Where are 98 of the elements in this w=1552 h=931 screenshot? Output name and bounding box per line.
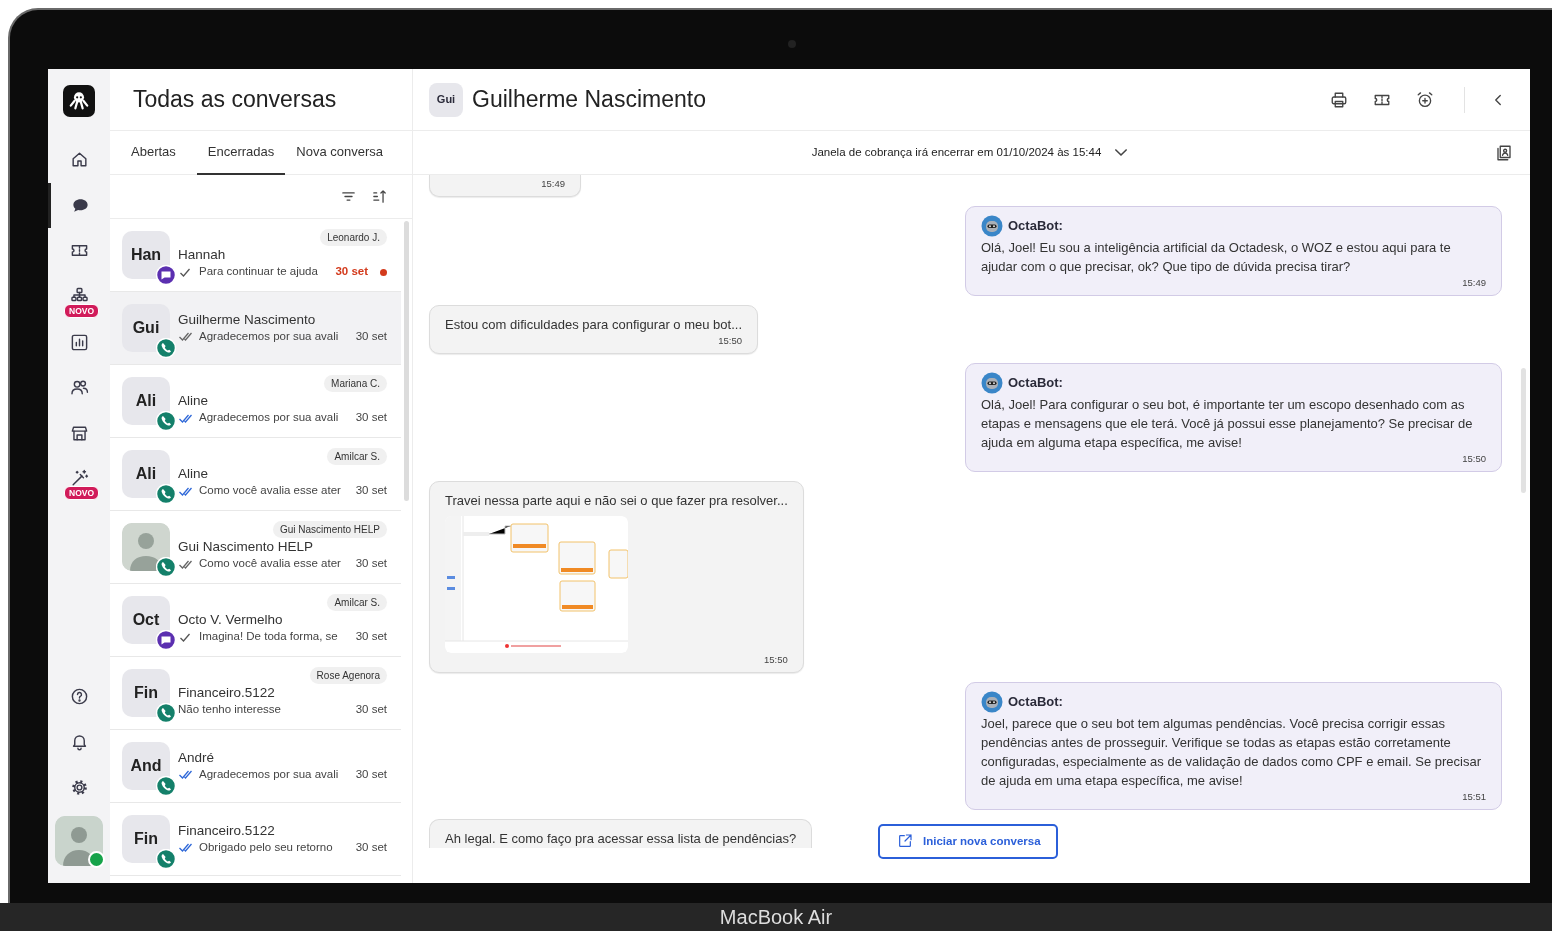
message-text: Ah legal. E como faço pra acessar essa lista de pendências?	[445, 830, 797, 848]
contacts-button[interactable]	[1494, 143, 1514, 163]
agent-tag: Amilcar S.	[327, 448, 387, 466]
home-icon	[69, 150, 89, 170]
message-time: 15:50	[763, 653, 788, 667]
message-preview: Agradecemos por sua avali	[199, 328, 340, 344]
contact-avatar: Han	[122, 231, 170, 279]
bar-chart-icon	[69, 332, 89, 352]
contact-name: Aline	[178, 465, 210, 483]
new-badge: NOVO	[64, 486, 100, 501]
help-icon	[69, 686, 89, 706]
message-text: Joel, parece que o seu bot tem algumas pendências. Você precisa corrigir essas pendências antes de prosseguir. Verifique se todas as etapas estão corretamente configuradas, especialmente as de validação de dados como CPF e email. Se precisar de ajuda em uma etapa específica, me avise!	[981, 715, 1483, 790]
contact-avatar: Oct	[122, 596, 170, 644]
message-date: 30 set	[355, 766, 387, 782]
alarm-clock-icon	[1416, 90, 1434, 109]
message-text: Estou com dificuldades para configurar o meu bot...	[445, 316, 742, 334]
conversation-item[interactable]: Fin Rose Agenora Financeiro.5122 Não tenho interesse 30 set	[110, 657, 401, 730]
scrollbar-thumb[interactable]	[1520, 368, 1526, 493]
panel-title: Todas as conversas	[133, 85, 337, 114]
conversation-item[interactable]: Ali Mariana C. Aline Agradecemos por sua avali 30 set	[110, 365, 401, 438]
message-text: Travei nessa parte aqui e não sei o que fazer pra resolver...	[445, 492, 788, 510]
agent-tag: Amilcar S.	[327, 594, 387, 612]
message-preview: Imagina! De toda forma, se	[199, 629, 339, 645]
agent-tag: Mariana C.	[324, 375, 387, 393]
contact-avatar: Fin	[122, 815, 170, 863]
message-time: 15:50	[1461, 452, 1486, 466]
scrollbar-thumb[interactable]	[404, 221, 409, 501]
agent-tag: Rose Agenora	[309, 667, 387, 685]
contact-name: Financeiro.5122	[178, 684, 276, 702]
ai-tools-button[interactable]: NOVO	[48, 456, 110, 502]
sender-name: OctaBot:	[1008, 217, 1063, 236]
message-date: 30 set	[335, 264, 368, 280]
flow-builder-button[interactable]: NOVO	[48, 273, 110, 320]
contact-name: Hannah	[178, 246, 227, 264]
conversation-item[interactable]: Oct Amilcar S. Octo V. Vermelho Imagina! De toda forma, se 30 set	[110, 584, 401, 657]
tab[interactable]: Nova conversa	[285, 131, 394, 175]
conversation-item[interactable]: Fin Financeiro.5122 Obrigado pelo seu retorno 30 set	[110, 803, 401, 876]
message-date: 30 set	[355, 629, 387, 645]
billing-notice: Janela de cobrança irá encerrar em 01/10/2024 às 15:44	[811, 144, 1102, 160]
contact-name: Financeiro.5122	[178, 821, 276, 839]
external-link-icon	[897, 833, 913, 850]
user-avatar[interactable]	[55, 816, 103, 866]
conversation-item[interactable]: And André Agradecemos por sua avali 30 set	[110, 730, 401, 803]
conversation-item[interactable]: Gui Guilherme Nascimento Agradecemos por sua avali 30 set	[110, 292, 401, 365]
message-preview: Como você avalia esse ater	[199, 483, 342, 499]
contact-avatar: And	[122, 742, 170, 790]
settings-icon	[69, 777, 89, 797]
message-preview: Agradecemos por sua avali	[199, 766, 340, 782]
robot-avatar-icon	[981, 372, 1003, 394]
message-date: 30 set	[355, 410, 387, 426]
message-time: 15:51	[1461, 790, 1486, 804]
unread-dot	[380, 268, 387, 276]
message-time: 15:50	[717, 334, 742, 348]
conversation-item[interactable]: Ali Amilcar S. Aline Como você avalia esse ater 30 set	[110, 438, 401, 511]
print-icon	[1330, 90, 1348, 109]
contact-name: Octo V. Vermelho	[178, 611, 284, 629]
device-label: MacBook Air	[719, 906, 833, 928]
contact-avatar: Ali	[122, 377, 170, 425]
contact-name: Guilherme Nascimento	[472, 85, 706, 115]
store-icon	[69, 423, 89, 443]
message-date: 30 set	[355, 483, 387, 499]
message-date: 30 set	[355, 328, 387, 344]
contact-avatar: Gui	[122, 304, 170, 352]
contact-avatar: Gui	[429, 82, 463, 117]
tab[interactable]: Abertas	[110, 131, 197, 175]
contact-avatar: Ali	[122, 450, 170, 498]
message-preview: Como você avalia esse ater	[199, 556, 342, 572]
sender-name: OctaBot:	[1008, 693, 1063, 712]
message-preview: Obrigado pelo seu retorno	[199, 839, 334, 855]
contact-name: Guilherme Nascimento	[178, 310, 317, 328]
agent-tag: Leonardo J.	[320, 229, 387, 247]
new-conversation-button[interactable]: Iniciar nova conversa	[878, 823, 1058, 859]
tab[interactable]: Encerradas	[196, 131, 286, 175]
sender-name: OctaBot:	[1008, 374, 1063, 393]
robot-avatar-icon	[981, 691, 1003, 713]
contact-name: Gui Nascimento HELP	[178, 538, 315, 556]
contact-avatar: Fin	[122, 669, 170, 717]
reminder-button[interactable]	[1415, 89, 1435, 110]
message-date: 30 set	[355, 556, 387, 572]
contact-name: André	[178, 748, 216, 766]
contact-book-icon	[1495, 144, 1513, 162]
contact-name: Aline	[178, 392, 210, 410]
message-date: 30 set	[355, 702, 387, 718]
agent-tag: Gui Nascimento HELP	[272, 521, 387, 539]
message-preview: Agradecemos por sua avali	[199, 410, 340, 426]
message-time: 15:49	[1461, 276, 1486, 290]
sort-icon	[371, 188, 388, 205]
message-text: Olá, Joel! Para configurar o seu bot, é importante ter um escopo desenhado com as etapas e mensagens que ele terá. Você já possui esse planejamento? Se precisar de ajuda em alguma etapa específica, me avise!	[981, 396, 1474, 452]
message-time: 15:49	[540, 177, 565, 191]
robot-avatar-icon	[981, 215, 1003, 237]
message-preview: Para continuar te ajuda	[199, 264, 319, 280]
message-preview: Não tenho interesse	[178, 702, 282, 718]
chevron-down-icon	[1115, 149, 1128, 156]
conversation-item[interactable]: Gui Nascimento HELP Gui Nascimento HELP Como você avalia esse ater 30 set	[110, 511, 401, 584]
message-date: 30 set	[355, 839, 387, 855]
new-badge: NOVO	[64, 303, 100, 318]
conversation-item[interactable]: Han Leonardo J. Hannah Para continuar te ajuda 30 set	[110, 219, 401, 292]
message-text: Olá, Joel! Eu sou a inteligência artificial da Octadesk, o WOZ e estou aqui para te ajudar com o que precisar, ok? Que tipo de dúvida precisa tirar?	[981, 239, 1452, 276]
